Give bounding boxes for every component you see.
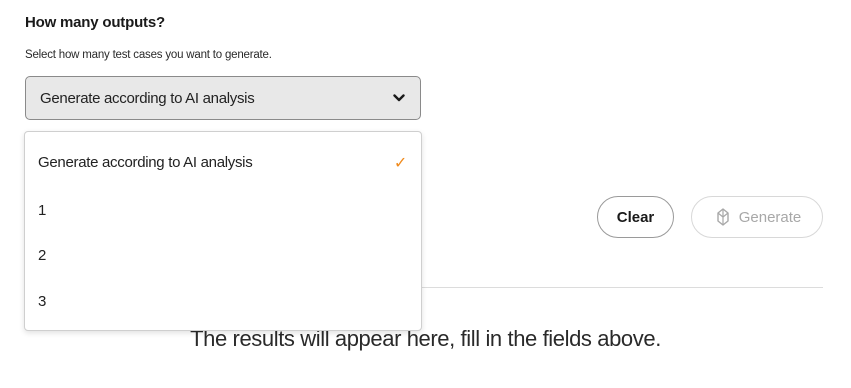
generate-button[interactable]: Generate [691,196,823,238]
dropdown-option-3[interactable]: 3 [25,279,421,323]
dropdown-option-label: 2 [38,246,47,264]
clear-button[interactable]: Clear [597,196,674,238]
chevron-down-icon [393,92,405,104]
clear-button-label: Clear [616,208,655,226]
outputs-dropdown-menu: Generate according to AI analysis ✓ 1 2 … [24,131,422,331]
dropdown-option-label: Generate according to AI analysis [38,153,253,171]
check-icon: ✓ [393,152,407,172]
outputs-select-value: Generate according to AI analysis [40,89,255,107]
outputs-title: How many outputs? [25,14,165,31]
generate-button-label: Generate [738,208,802,226]
outputs-subtitle: Select how many test cases you want to g… [25,49,272,61]
outputs-select[interactable]: Generate according to AI analysis [25,76,421,120]
dropdown-option-2[interactable]: 2 [25,233,421,277]
sparkle-icon [713,207,733,227]
dropdown-option-ai-analysis[interactable]: Generate according to AI analysis ✓ [25,140,421,184]
dropdown-option-label: 3 [38,292,47,310]
dropdown-option-1[interactable]: 1 [25,188,421,232]
dropdown-option-label: 1 [38,201,47,219]
